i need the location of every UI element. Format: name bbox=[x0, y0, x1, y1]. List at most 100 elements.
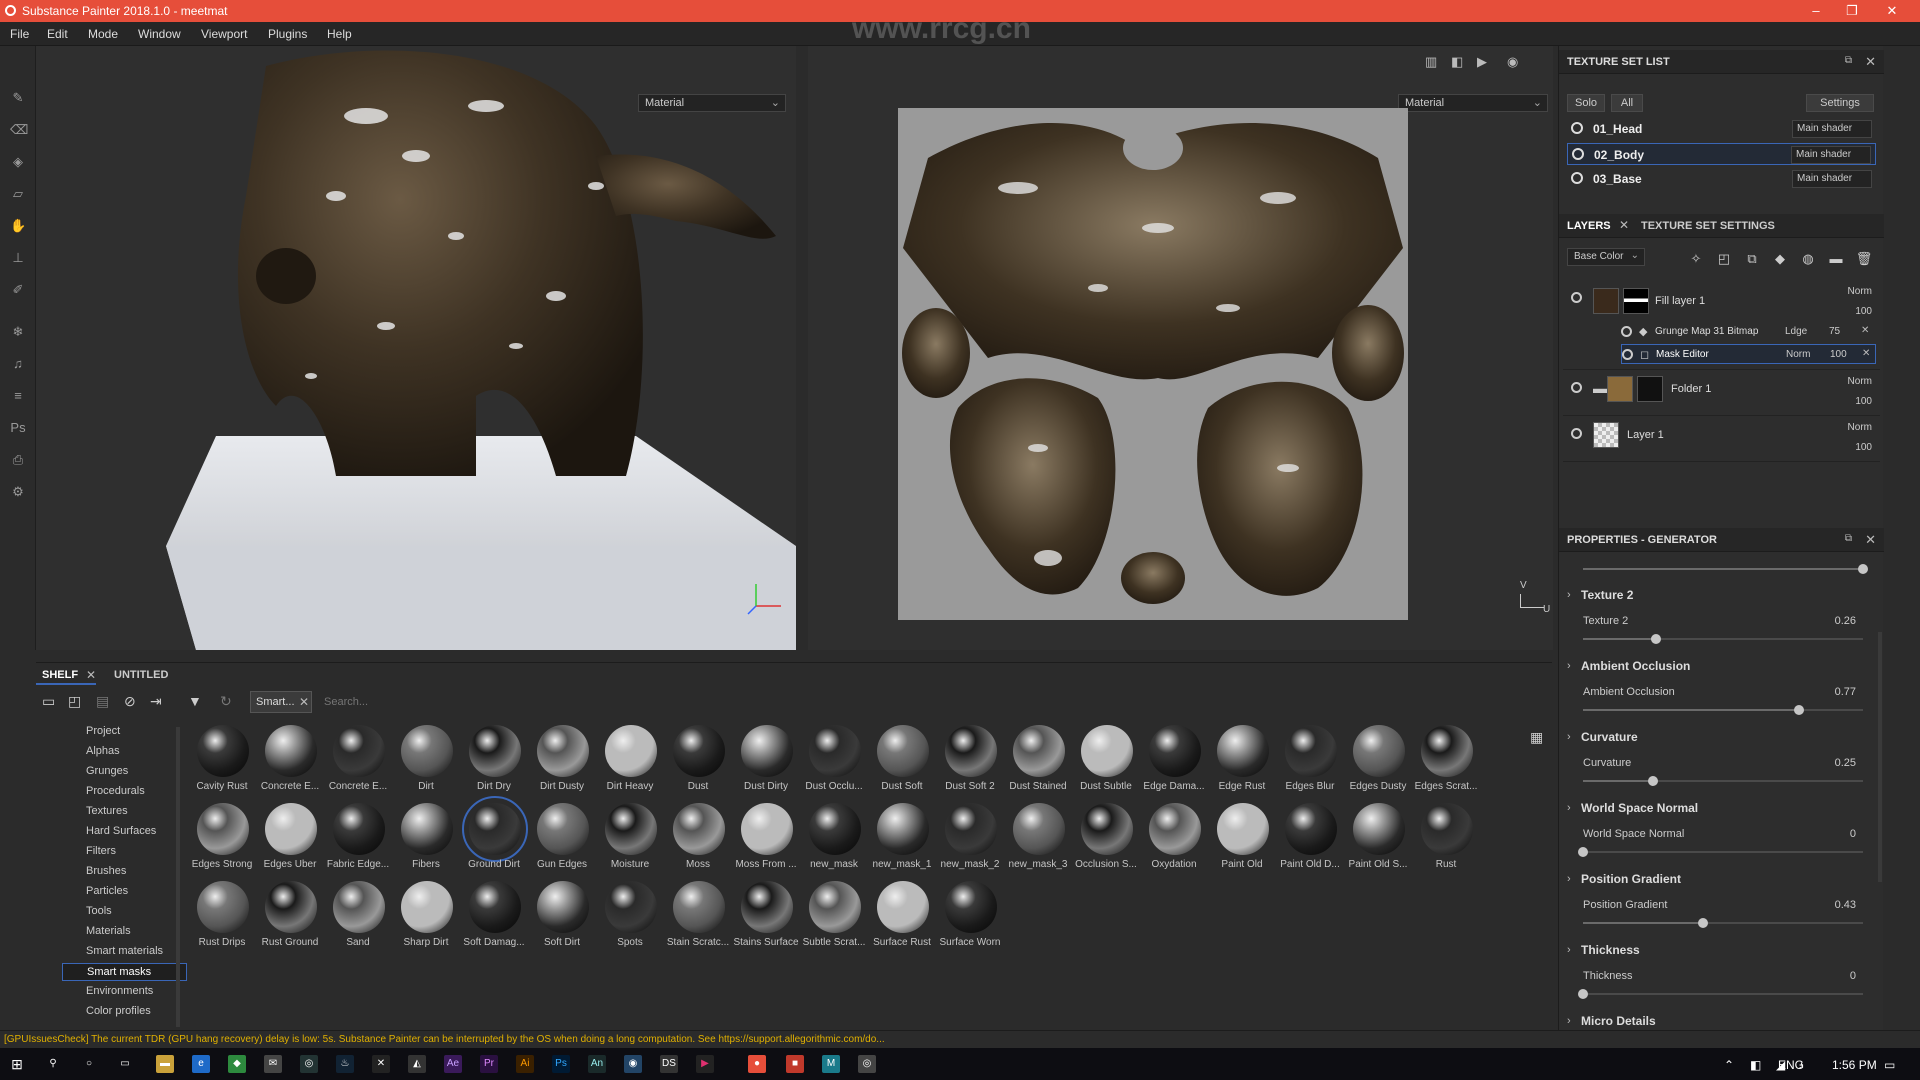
slider-handle[interactable] bbox=[1578, 847, 1588, 857]
shelf-category-item[interactable]: Procedurals bbox=[62, 783, 187, 801]
popout-icon[interactable]: ⧉ bbox=[1845, 55, 1852, 66]
chevron-right-icon[interactable]: › bbox=[1567, 873, 1571, 885]
section-header[interactable]: Position Gradient bbox=[1581, 872, 1681, 886]
section-header[interactable]: Micro Details bbox=[1581, 1014, 1656, 1028]
shelf-category-item[interactable]: Brushes bbox=[62, 863, 187, 881]
shelf-category-item[interactable]: Particles bbox=[62, 883, 187, 901]
cube-view-icon[interactable]: ◧ bbox=[1451, 54, 1471, 72]
shelf-item[interactable]: Dust Occlu... bbox=[798, 723, 864, 801]
bake-icon[interactable]: ❄ bbox=[10, 324, 26, 340]
shelf-item[interactable]: Spots bbox=[594, 879, 660, 957]
remove-effect-icon[interactable]: ✕ bbox=[1861, 325, 1869, 336]
grid-view-icon[interactable]: ▦ bbox=[1530, 729, 1543, 746]
parameter-value[interactable]: 0.43 bbox=[1835, 899, 1856, 911]
slider-handle[interactable] bbox=[1858, 564, 1868, 574]
visibility-icon[interactable] bbox=[1622, 349, 1633, 360]
tab-shelf[interactable]: SHELF bbox=[42, 669, 78, 681]
cortana-icon[interactable]: ○ bbox=[80, 1055, 98, 1073]
shelf-item[interactable]: Moss From ... bbox=[730, 801, 797, 879]
visibility-icon[interactable] bbox=[1621, 326, 1632, 337]
minimize-button[interactable]: – bbox=[1804, 2, 1828, 20]
solo-button[interactable]: Solo bbox=[1567, 94, 1605, 112]
lang-indicator[interactable]: ENG bbox=[1778, 1058, 1804, 1072]
app-icon[interactable]: DS bbox=[660, 1055, 678, 1073]
shelf-item[interactable]: Moisture bbox=[594, 801, 660, 879]
search-icon[interactable]: ⚲ bbox=[44, 1055, 62, 1073]
task-view-icon[interactable]: ▭ bbox=[116, 1055, 134, 1073]
camera-icon[interactable]: ▶ bbox=[1477, 54, 1497, 72]
animate-icon[interactable]: An bbox=[588, 1055, 606, 1073]
steam-icon[interactable]: ♨ bbox=[336, 1055, 354, 1073]
slider-track[interactable] bbox=[1583, 705, 1863, 715]
shelf-item[interactable]: Edges Scrat... bbox=[1410, 723, 1477, 801]
app-icon[interactable]: ◭ bbox=[408, 1055, 426, 1073]
slider-handle[interactable] bbox=[1793, 705, 1804, 715]
shelf-category-item[interactable]: Alphas bbox=[62, 743, 187, 761]
shelf-item[interactable]: Rust Ground bbox=[254, 879, 320, 957]
delete-layer-icon[interactable]: 🗑 bbox=[1855, 251, 1873, 269]
shelf-item[interactable]: Gun Edges bbox=[526, 801, 592, 879]
refresh-icon[interactable]: ↻ bbox=[220, 693, 232, 710]
slider-handle[interactable] bbox=[1698, 918, 1709, 928]
layer-row-folder[interactable]: ▬ Folder 1 Norm 100 bbox=[1563, 372, 1880, 416]
shelf-item[interactable]: Edge Dama... bbox=[1138, 723, 1205, 801]
shader-select[interactable]: Main shader bbox=[1792, 170, 1872, 188]
menu-viewport[interactable]: Viewport bbox=[201, 27, 247, 41]
section-header[interactable]: Curvature bbox=[1581, 730, 1638, 744]
shelf-item[interactable]: Soft Dirt bbox=[526, 879, 592, 957]
shelf-category-item[interactable]: Smart materials bbox=[62, 943, 187, 961]
shelf-item[interactable]: Fabric Edge... bbox=[322, 801, 389, 879]
shader-select[interactable]: Main shader bbox=[1792, 120, 1872, 138]
shelf-category-item[interactable]: Environments bbox=[62, 983, 187, 1001]
parameter-value[interactable]: 0 bbox=[1850, 828, 1856, 840]
tray-chevron-icon[interactable]: ⌃ bbox=[1724, 1058, 1734, 1072]
opacity-value[interactable]: 100 bbox=[1855, 306, 1872, 317]
shelf-item[interactable]: Stains Surface bbox=[730, 879, 799, 957]
shelf-item[interactable]: Dust Soft 2 bbox=[934, 723, 1000, 801]
smudge-icon[interactable]: ✋ bbox=[10, 218, 26, 234]
slider-track[interactable] bbox=[1583, 634, 1863, 644]
premiere-icon[interactable]: Pr bbox=[480, 1055, 498, 1073]
hide-icon[interactable]: ⊘ bbox=[124, 693, 136, 710]
properties-scrollbar[interactable] bbox=[1878, 632, 1882, 882]
chevron-right-icon[interactable]: › bbox=[1567, 1015, 1571, 1027]
shelf-item[interactable]: Dirt Heavy bbox=[594, 723, 660, 801]
shelf-item[interactable]: new_mask_3 bbox=[1002, 801, 1068, 879]
filter-icon[interactable]: ▼ bbox=[188, 693, 202, 709]
tab-layers[interactable]: LAYERS bbox=[1567, 220, 1611, 232]
opacity-value[interactable]: 100 bbox=[1855, 396, 1872, 407]
blend-mode-select[interactable]: Norm bbox=[1848, 376, 1872, 387]
viewport-2d-channel-select[interactable]: Material ⌄ bbox=[1398, 94, 1548, 112]
shelf-item[interactable]: Sharp Dirt bbox=[390, 879, 456, 957]
shelf-item[interactable]: Occlusion S... bbox=[1070, 801, 1137, 879]
color-picker-icon[interactable]: ✐ bbox=[10, 282, 26, 298]
slider-track[interactable] bbox=[1578, 989, 1863, 999]
shelf-item[interactable]: new_mask bbox=[798, 801, 864, 879]
close-icon[interactable]: ✕ bbox=[1865, 532, 1876, 548]
menu-mode[interactable]: Mode bbox=[88, 27, 118, 41]
add-fill-layer-icon[interactable]: ◆ bbox=[1771, 251, 1789, 269]
shelf-item[interactable]: Dirt bbox=[390, 723, 456, 801]
menu-file[interactable]: File bbox=[10, 27, 29, 41]
shelf-item[interactable]: Rust Drips bbox=[186, 879, 252, 957]
chevron-right-icon[interactable]: › bbox=[1567, 802, 1571, 814]
shelf-item[interactable]: Dust bbox=[662, 723, 728, 801]
shelf-item[interactable]: Edge Rust bbox=[1206, 723, 1272, 801]
remove-effect-icon[interactable]: ✕ bbox=[1862, 348, 1870, 359]
edge-icon[interactable]: e bbox=[192, 1055, 210, 1073]
add-layer-icon[interactable]: ⧉ bbox=[1743, 251, 1761, 269]
notifications-icon[interactable]: ▭ bbox=[1884, 1058, 1895, 1072]
slider-track[interactable] bbox=[1583, 564, 1868, 574]
all-button[interactable]: All bbox=[1611, 94, 1643, 112]
shelf-category-item[interactable]: Color profiles bbox=[62, 1003, 187, 1021]
maya-icon[interactable]: ✕ bbox=[372, 1055, 390, 1073]
shelf-category-item[interactable]: Tools bbox=[62, 903, 187, 921]
shelf-item[interactable]: Ground Dirt bbox=[458, 796, 528, 879]
close-icon[interactable]: ✕ bbox=[1619, 218, 1629, 232]
shelf-item[interactable]: Concrete E... bbox=[254, 723, 320, 801]
menu-plugins[interactable]: Plugins bbox=[268, 27, 307, 41]
shelf-item[interactable]: Subtle Scrat... bbox=[798, 879, 865, 957]
parameter-value[interactable]: 0.26 bbox=[1835, 615, 1856, 627]
photoshop-taskbar-icon[interactable]: Ps bbox=[552, 1055, 570, 1073]
shelf-item[interactable]: Rust bbox=[1410, 801, 1476, 879]
